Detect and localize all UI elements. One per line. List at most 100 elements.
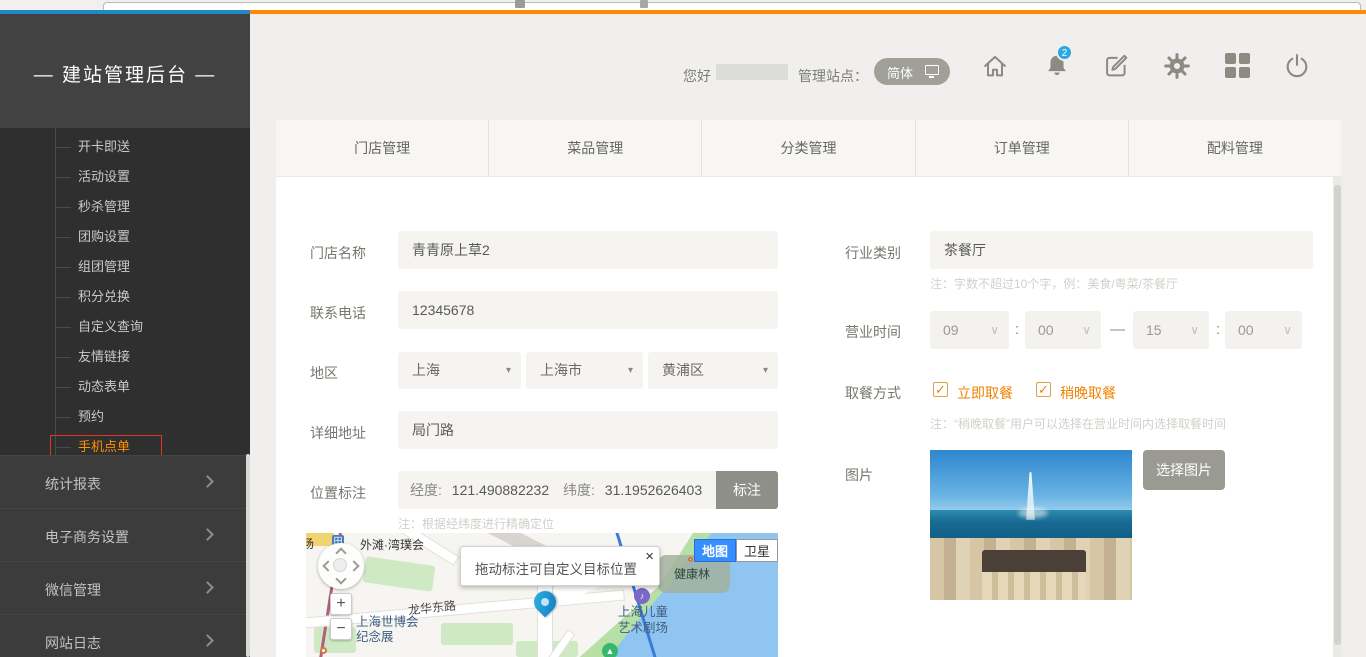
apps-grid-button[interactable]: [1225, 52, 1253, 80]
tab-order-mgmt[interactable]: 订单管理: [915, 120, 1128, 176]
pickup-now-checkbox[interactable]: ✓: [933, 382, 948, 397]
sidebar-item-groupmgmt[interactable]: 组团管理: [0, 252, 250, 282]
pickup-now-option[interactable]: 立即取餐: [957, 383, 1013, 403]
city-select[interactable]: 上海市 ▾: [526, 352, 643, 389]
pickup-label: 取餐方式: [845, 383, 901, 403]
browser-top-strip: [0, 0, 1366, 10]
province-select[interactable]: 上海 ▾: [398, 352, 521, 389]
sidebar-item-card-gift[interactable]: 开卡即送: [0, 132, 250, 162]
coordinates-field[interactable]: 经度: 121.490882232 纬度: 31.1952626403: [398, 471, 716, 509]
tab-category-mgmt[interactable]: 分类管理: [701, 120, 914, 176]
app-title: — 建站管理后台 —: [0, 60, 250, 87]
sidebar: — 建站管理后台 — 开卡即送 活动设置 秒杀管理 团购设置 组团管理 积分兑换…: [0, 14, 250, 657]
map-area-green: [441, 623, 513, 645]
settings-button[interactable]: [1163, 52, 1191, 80]
sidebar-section-ecommerce[interactable]: 电子商务设置: [0, 508, 250, 561]
browser-address-bar[interactable]: [103, 2, 1361, 10]
pan-up-arrow[interactable]: [335, 547, 346, 558]
sidebar-item-reservation[interactable]: 预约: [0, 402, 250, 432]
sidebar-section-statistics[interactable]: 统计报表: [0, 455, 250, 508]
longitude-label: 经度:: [410, 482, 442, 498]
map-zoom-in-button[interactable]: +: [330, 593, 352, 615]
district-select[interactable]: 黄浦区 ▾: [648, 352, 778, 389]
time-colon: :: [1216, 321, 1220, 338]
edit-button[interactable]: [1103, 52, 1131, 80]
tab-ingredient-mgmt[interactable]: 配料管理: [1128, 120, 1341, 176]
map-type-satellite-button[interactable]: 卫星: [736, 539, 778, 562]
map-label-park: 健康林: [674, 565, 710, 582]
edit-icon: [1103, 52, 1131, 80]
close-hour-select[interactable]: 15∨: [1133, 311, 1209, 349]
compass-center[interactable]: [333, 558, 347, 572]
home-icon: [981, 52, 1009, 80]
location-note: 注：根据经纬度进行精确定位: [398, 515, 554, 532]
sidebar-item-points[interactable]: 积分兑换: [0, 282, 250, 312]
mark-location-button[interactable]: 标注: [716, 471, 778, 509]
industry-note: 注：字数不超过10个字，例：美食/粤菜/茶餐厅: [930, 275, 1178, 292]
industry-input[interactable]: 茶餐厅: [930, 231, 1313, 269]
map-compass-control[interactable]: [318, 543, 364, 589]
power-icon: [1283, 52, 1311, 80]
open-minute-select[interactable]: 00∨: [1025, 311, 1101, 349]
language-pill-button[interactable]: 简体: [874, 58, 950, 85]
content-scrollbar-track[interactable]: [1333, 177, 1342, 657]
sidebar-scrollbar[interactable]: [246, 454, 250, 657]
logout-button[interactable]: [1283, 52, 1311, 80]
form-card: 门店名称 青青原上草2 联系电话 12345678 地区 上海 ▾ 上海市 ▾ …: [276, 177, 1341, 657]
caret-down-icon: ▾: [506, 352, 511, 389]
manage-site-label: 管理站点：: [798, 66, 868, 86]
pan-right-arrow[interactable]: [348, 560, 359, 571]
phone-input[interactable]: 12345678: [398, 291, 778, 329]
chevron-right-icon: [201, 634, 214, 647]
sidebar-item-activity[interactable]: 活动设置: [0, 162, 250, 192]
tab-dish-mgmt[interactable]: 菜品管理: [488, 120, 701, 176]
time-range-dash: —: [1110, 321, 1125, 338]
sidebar-item-dynamic-form[interactable]: 动态表单: [0, 372, 250, 402]
store-name-input[interactable]: 青青原上草2: [398, 231, 778, 269]
username-masked: [716, 64, 788, 80]
address-bar-text-remnant: [640, 0, 648, 8]
pan-down-arrow[interactable]: [335, 573, 346, 584]
gear-icon: [1163, 52, 1191, 80]
latitude-value: 31.1952626403: [605, 482, 702, 498]
map-type-map-button[interactable]: 地图: [694, 539, 736, 562]
sidebar-item-groupbuy[interactable]: 团购设置: [0, 222, 250, 252]
map-label-expo1: 上海世博会: [356, 615, 419, 630]
sidebar-item-seckill[interactable]: 秒杀管理: [0, 192, 250, 222]
choose-image-button[interactable]: 选择图片: [1143, 450, 1225, 490]
map-label-theater1: 上海儿童: [618, 605, 668, 620]
latitude-label: 纬度:: [563, 482, 595, 498]
map-canvas[interactable]: 场 田 外滩·湾璞会 龙华东路 ▣ 上海世博会 纪念展 ▲ ♪ 上海儿童 艺术剧…: [306, 533, 778, 657]
tab-store-mgmt[interactable]: 门店管理: [276, 120, 488, 176]
sidebar-section-sitelog[interactable]: 网站日志: [0, 614, 250, 657]
sidebar-sections: 统计报表 电子商务设置 微信管理 网站日志: [0, 455, 250, 657]
caret-icon: ∨: [1283, 311, 1292, 349]
sidebar-section-wechat[interactable]: 微信管理: [0, 561, 250, 614]
sidebar-item-custom-query[interactable]: 自定义查询: [0, 312, 250, 342]
region-label: 地区: [310, 363, 338, 383]
hours-label: 营业时间: [845, 322, 901, 342]
map-poi-dot: [688, 557, 693, 562]
store-name-label: 门店名称: [310, 243, 366, 263]
pickup-later-checkbox[interactable]: ✓: [1036, 382, 1051, 397]
top-accent-bar-orange: [250, 10, 1366, 14]
image-label: 图片: [845, 465, 873, 485]
address-bar-favicon-remnant: [515, 0, 525, 8]
address-input[interactable]: 局门路: [398, 411, 778, 449]
map-label-bund: 外滩·湾璞会: [360, 536, 424, 553]
map-zoom-out-button[interactable]: −: [330, 618, 352, 640]
greeting-text: 您好: [683, 66, 711, 86]
open-hour-select[interactable]: 09∨: [930, 311, 1009, 349]
music-poi-icon: ♪: [634, 588, 650, 604]
close-minute-select[interactable]: 00∨: [1225, 311, 1302, 349]
home-button[interactable]: [981, 52, 1009, 80]
sidebar-item-links[interactable]: 友情链接: [0, 342, 250, 372]
close-icon[interactable]: ×: [645, 548, 654, 565]
caret-icon: ∨: [1082, 311, 1091, 349]
pickup-later-option[interactable]: 稍晚取餐: [1060, 383, 1116, 403]
map-label-theater2: 艺术剧场: [618, 621, 668, 636]
industry-label: 行业类别: [845, 243, 901, 263]
content-scrollbar-thumb[interactable]: [1334, 185, 1341, 645]
pan-left-arrow[interactable]: [322, 560, 333, 571]
store-photo: [930, 450, 1132, 600]
